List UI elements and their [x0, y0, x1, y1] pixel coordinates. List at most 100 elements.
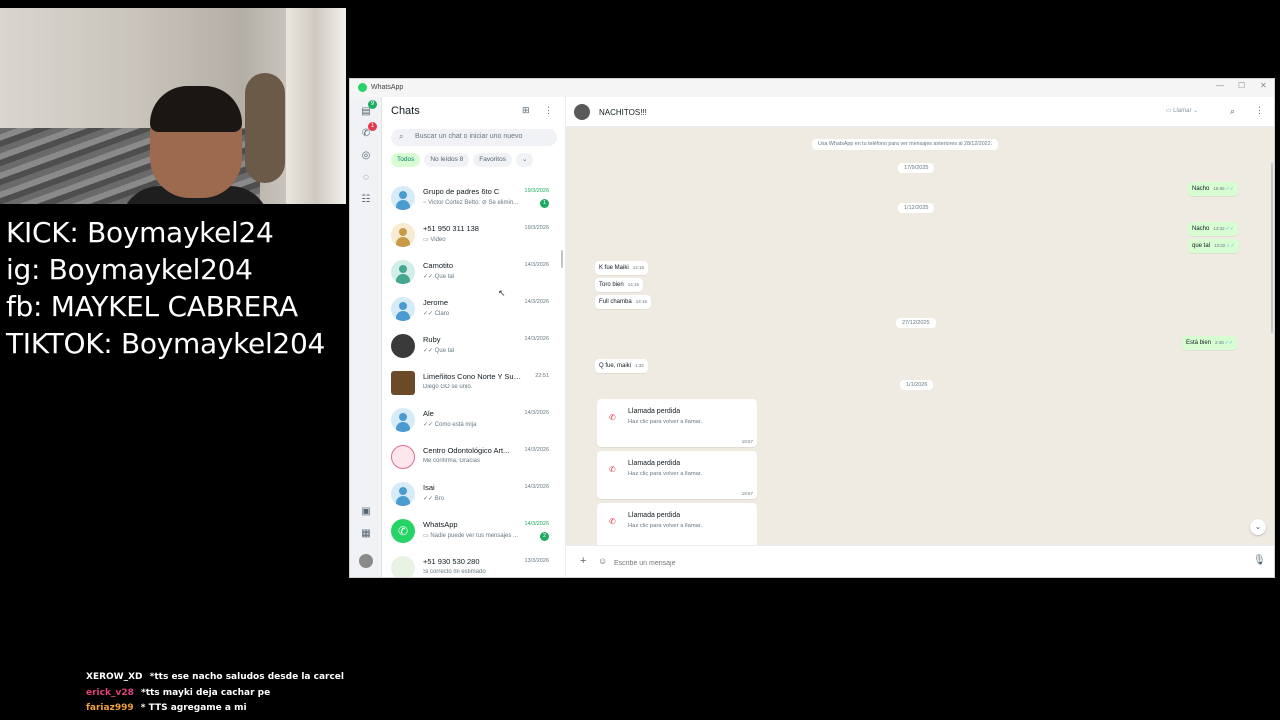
- chat-preview: ✓✓ Como está mija: [423, 422, 477, 428]
- close-icon[interactable]: ✕: [1260, 81, 1267, 90]
- chat-name: Isai: [423, 483, 435, 492]
- chat-row[interactable]: Ruby ✓✓ Que tal 14/3/2026: [382, 328, 566, 365]
- emoji-icon[interactable]: ☺: [598, 556, 607, 566]
- conversation-scrollbar[interactable]: [1271, 163, 1273, 333]
- read-ticks-icon: ✓✓: [1224, 340, 1234, 346]
- mic-icon[interactable]: 🎙: [1253, 555, 1266, 566]
- message-time: 14:16: [635, 299, 647, 304]
- chat-row[interactable]: +51 930 530 280 Si correcto mi estimado …: [382, 550, 566, 577]
- webcam-chair: [245, 73, 285, 183]
- message-area: Usa WhatsApp en tu teléfono para ver men…: [566, 127, 1274, 545]
- date-divider: 1/12/2025: [898, 203, 935, 213]
- missed-call-icon: ✆: [609, 465, 616, 474]
- contact-avatar: [391, 334, 415, 358]
- conversation-pane: NACHITOS!!! ▭ Llamar ⌄ ⌕ ⋮ Usa WhatsApp …: [566, 97, 1274, 577]
- communities-icon[interactable]: ☷: [359, 193, 373, 207]
- missed-call-icon: ✆: [609, 413, 616, 422]
- menu-icon[interactable]: ⋮: [1255, 105, 1264, 116]
- plus-icon[interactable]: +: [580, 555, 586, 567]
- missed-call-subtitle: Haz clic para volver a llamar.: [628, 471, 703, 477]
- group-avatar: [391, 371, 415, 395]
- stream-chat-line: XEROW_XD *tts ese nacho saludos desde la…: [86, 670, 346, 686]
- chat-time: 14/3/2026: [524, 336, 549, 342]
- contact-avatar: [391, 556, 415, 577]
- status-icon[interactable]: ◎: [359, 149, 373, 163]
- search-icon[interactable]: ⌕: [1230, 106, 1235, 117]
- message-bubble-in: Full chamba 14:16: [595, 295, 651, 309]
- message-text: que tal: [1192, 243, 1211, 249]
- stream-chat-line: fariaz999 * TTS agregame a mi: [86, 701, 346, 717]
- chat-name: Centro Odontológico Art...: [423, 446, 510, 455]
- chat-row[interactable]: Centro Odontológico Art... Me confirma, …: [382, 439, 566, 476]
- contact-avatar[interactable]: [574, 104, 590, 120]
- filter-favorites[interactable]: Favoritos: [473, 153, 512, 167]
- chat-row[interactable]: +51 950 311 138 ▭ Video 19/3/2026: [382, 217, 566, 254]
- stream-chat-message: *tts ese nacho saludos desde la carcel: [149, 672, 344, 682]
- new-chat-icon[interactable]: ⊞: [522, 105, 530, 115]
- contact-avatar: [391, 260, 415, 284]
- search-input[interactable]: ⌕ Buscar un chat o iniciar uno nuevo: [391, 129, 557, 146]
- social-fb: fb: MAYKEL CABRERA: [6, 290, 298, 323]
- menu-icon[interactable]: ⋮: [544, 105, 553, 115]
- chat-list-scrollbar[interactable]: [561, 250, 563, 268]
- profile-avatar[interactable]: [359, 554, 373, 568]
- chat-time: 13/3/2026: [524, 558, 549, 564]
- chat-row[interactable]: Grupo de padres 6to C ~ Victor Cortez Be…: [382, 180, 566, 217]
- chat-preview: ✓✓ Que tal: [423, 348, 455, 354]
- minimize-icon[interactable]: —: [1216, 81, 1224, 90]
- chat-row[interactable]: Camotito ✓✓ Que tal 14/3/2026: [382, 254, 566, 291]
- chat-preview: Diego GO se unió.: [423, 384, 473, 390]
- mouse-cursor: ↖: [498, 288, 506, 298]
- read-ticks-icon: ✓✓: [1225, 226, 1234, 232]
- missed-call-card[interactable]: ✆ Llamada perdida Haz clic para volver a…: [597, 399, 757, 447]
- message-time: 1:32: [635, 363, 644, 368]
- message-composer: + ☺ 🎙: [566, 545, 1274, 577]
- scroll-down-button[interactable]: ⌄: [1250, 519, 1266, 535]
- archive-icon[interactable]: ▦: [359, 527, 373, 541]
- chats-title: Chats: [391, 105, 420, 117]
- missed-call-title: Llamada perdida: [628, 512, 681, 519]
- contact-avatar: [391, 482, 415, 506]
- message-text: Nacho: [1192, 226, 1210, 232]
- channels-icon[interactable]: ◌: [359, 171, 373, 185]
- chat-list-actions: ⊞ ⋮: [522, 105, 553, 116]
- media-icon[interactable]: ▣: [359, 505, 373, 519]
- chat-name: +51 950 311 138: [423, 224, 479, 233]
- message-time: 14:16: [632, 265, 644, 270]
- filter-all[interactable]: Todos: [391, 153, 421, 167]
- screen: KICK: Boymaykel24 ig: Boymaykel204 fb: M…: [0, 0, 1280, 720]
- chat-preview: ✓✓ Bro: [423, 496, 445, 502]
- message-text: K fue Maiki: [599, 265, 629, 271]
- chat-row[interactable]: Ale ✓✓ Como está mija 14/3/2026: [382, 402, 566, 439]
- contact-avatar: [391, 223, 415, 247]
- contact-name[interactable]: NACHITOS!!!: [599, 108, 647, 117]
- maximize-icon[interactable]: ☐: [1238, 81, 1245, 90]
- call-button[interactable]: ▭ Llamar ⌄: [1156, 105, 1208, 118]
- chat-row[interactable]: Isai ✓✓ Bro 14/3/2026: [382, 476, 566, 513]
- read-ticks-icon: ✓✓: [1225, 186, 1234, 192]
- missed-call-card[interactable]: ✆ Llamada perdida Haz clic para volver a…: [597, 451, 757, 499]
- stream-chat-user: XEROW_XD: [86, 672, 143, 682]
- stream-chat-line: erick_v28 *tts mayki deja cachar pe: [86, 686, 346, 702]
- filter-more[interactable]: ⌄: [515, 153, 534, 167]
- chat-name: Grupo de padres 6to C: [423, 187, 500, 196]
- chat-row[interactable]: Limeñitos Cono Norte Y Sur ... Diego GO …: [382, 365, 566, 402]
- chat-row[interactable]: ✆ WhatsApp ▭ Nadie puede ver tus mensaje…: [382, 513, 566, 550]
- webcam-person-hair: [150, 86, 242, 132]
- social-overlay: KICK: Boymaykel24 ig: Boymaykel204 fb: M…: [6, 214, 346, 362]
- message-input[interactable]: [614, 556, 1214, 570]
- filter-unread[interactable]: No leídos 8: [424, 153, 470, 167]
- chat-time: 14/3/2026: [524, 299, 549, 305]
- call-label: Llamar: [1173, 108, 1192, 114]
- missed-call-title: Llamada perdida: [628, 408, 681, 415]
- chat-preview: Si correcto mi estimado: [423, 569, 486, 575]
- message-bubble-out: Nacho 13:32✓✓: [1188, 222, 1238, 236]
- stream-chat-user: fariaz999: [86, 703, 134, 713]
- missed-call-time: 19:57: [741, 491, 753, 496]
- contact-avatar: [391, 408, 415, 432]
- missed-call-card[interactable]: ✆ Llamada perdida Haz clic para volver a…: [597, 503, 757, 545]
- chat-time: 22:51: [535, 373, 549, 379]
- date-divider: 27/12/2025: [896, 318, 936, 328]
- stream-chat-message: * TTS agregame a mi: [140, 703, 247, 713]
- chat-row[interactable]: Jerome ✓✓ Claro 14/3/2026: [382, 291, 566, 328]
